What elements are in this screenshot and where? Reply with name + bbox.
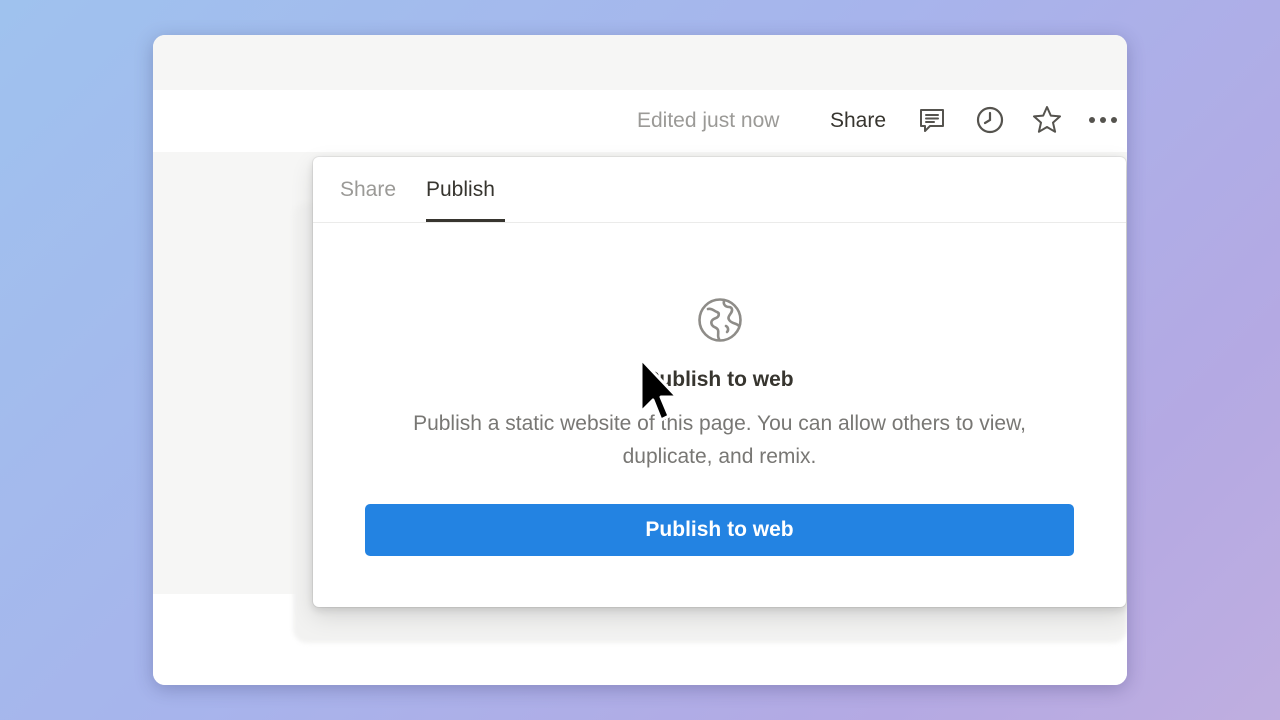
star-icon[interactable] <box>1031 104 1063 136</box>
publish-title: Publish to web <box>645 368 794 391</box>
globe-icon <box>697 297 743 343</box>
tab-share[interactable]: Share <box>340 178 396 202</box>
tab-publish[interactable]: Publish <box>426 178 495 202</box>
publish-description: Publish a static website of this page. Y… <box>413 412 1026 468</box>
window-titlebar <box>153 35 1127 90</box>
publish-to-web-button[interactable]: Publish to web <box>365 504 1074 556</box>
page-topbar: Edited just now Share <box>153 90 1127 152</box>
share-button[interactable]: Share <box>830 109 886 133</box>
active-tab-indicator <box>426 219 505 222</box>
comment-icon[interactable] <box>916 104 948 136</box>
more-icon[interactable] <box>1087 104 1119 136</box>
popover-tabs: Share Publish <box>313 157 1126 223</box>
publish-popover: Share Publish Publish to web Publish a s… <box>313 157 1126 607</box>
edited-status: Edited just now <box>637 109 780 132</box>
mouse-cursor-icon <box>637 356 683 430</box>
clock-icon[interactable] <box>974 104 1006 136</box>
